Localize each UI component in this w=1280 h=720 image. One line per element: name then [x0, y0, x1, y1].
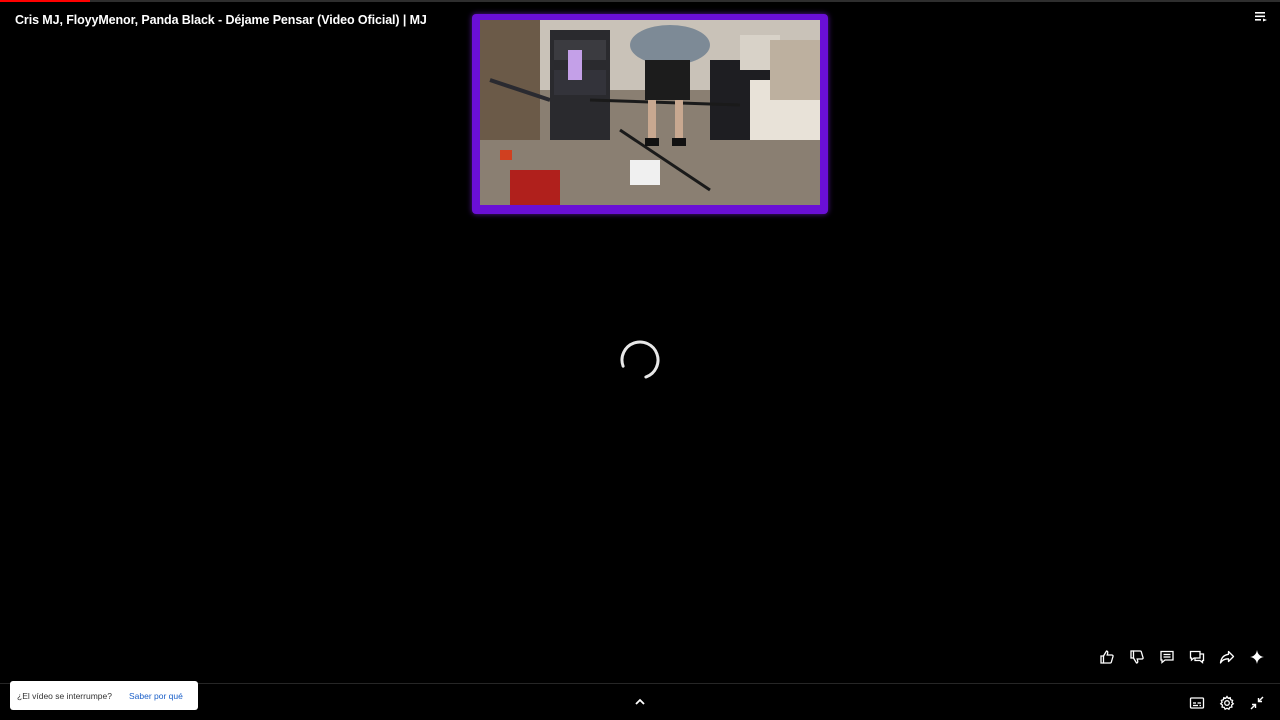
learn-why-link[interactable]: Saber por qué — [129, 691, 183, 701]
chevron-up-icon — [635, 698, 645, 705]
loading-spinner — [619, 339, 661, 381]
dislike-button[interactable] — [1126, 646, 1148, 668]
progress-bar[interactable] — [0, 0, 1280, 2]
notice-question: ¿El vídeo se interrumpe? — [17, 690, 112, 701]
captions-button[interactable] — [1186, 692, 1208, 714]
share-icon — [1219, 650, 1235, 664]
expand-panel-button[interactable] — [630, 693, 650, 711]
video-preview-thumbnail[interactable] — [472, 14, 828, 214]
gear-icon — [1219, 695, 1235, 711]
settings-button[interactable] — [1216, 692, 1238, 714]
exit-fullscreen-button[interactable] — [1246, 692, 1268, 714]
comments-icon — [1160, 650, 1174, 664]
playback-issue-notice: ¿El vídeo se interrumpe? Saber por qué — [10, 681, 198, 710]
playlist-icon — [1255, 12, 1267, 22]
share-button[interactable] — [1216, 646, 1238, 668]
remix-icon — [1189, 650, 1205, 664]
thumbs-down-icon — [1130, 650, 1144, 664]
playlist-button[interactable] — [1252, 8, 1270, 26]
like-button[interactable] — [1096, 646, 1118, 668]
sparkle-icon — [1250, 650, 1264, 664]
exit-fullscreen-icon — [1250, 696, 1264, 710]
progress-bar-fill — [0, 0, 90, 2]
thumbs-up-icon — [1100, 650, 1114, 664]
video-preview-image — [480, 20, 820, 205]
video-title: Cris MJ, FloyyMenor, Panda Black - Déjam… — [15, 13, 427, 27]
captions-icon — [1189, 697, 1205, 709]
ask-button[interactable] — [1246, 646, 1268, 668]
comments-button[interactable] — [1156, 646, 1178, 668]
player-controls — [1186, 692, 1268, 714]
action-bar — [1096, 646, 1268, 668]
remix-button[interactable] — [1186, 646, 1208, 668]
